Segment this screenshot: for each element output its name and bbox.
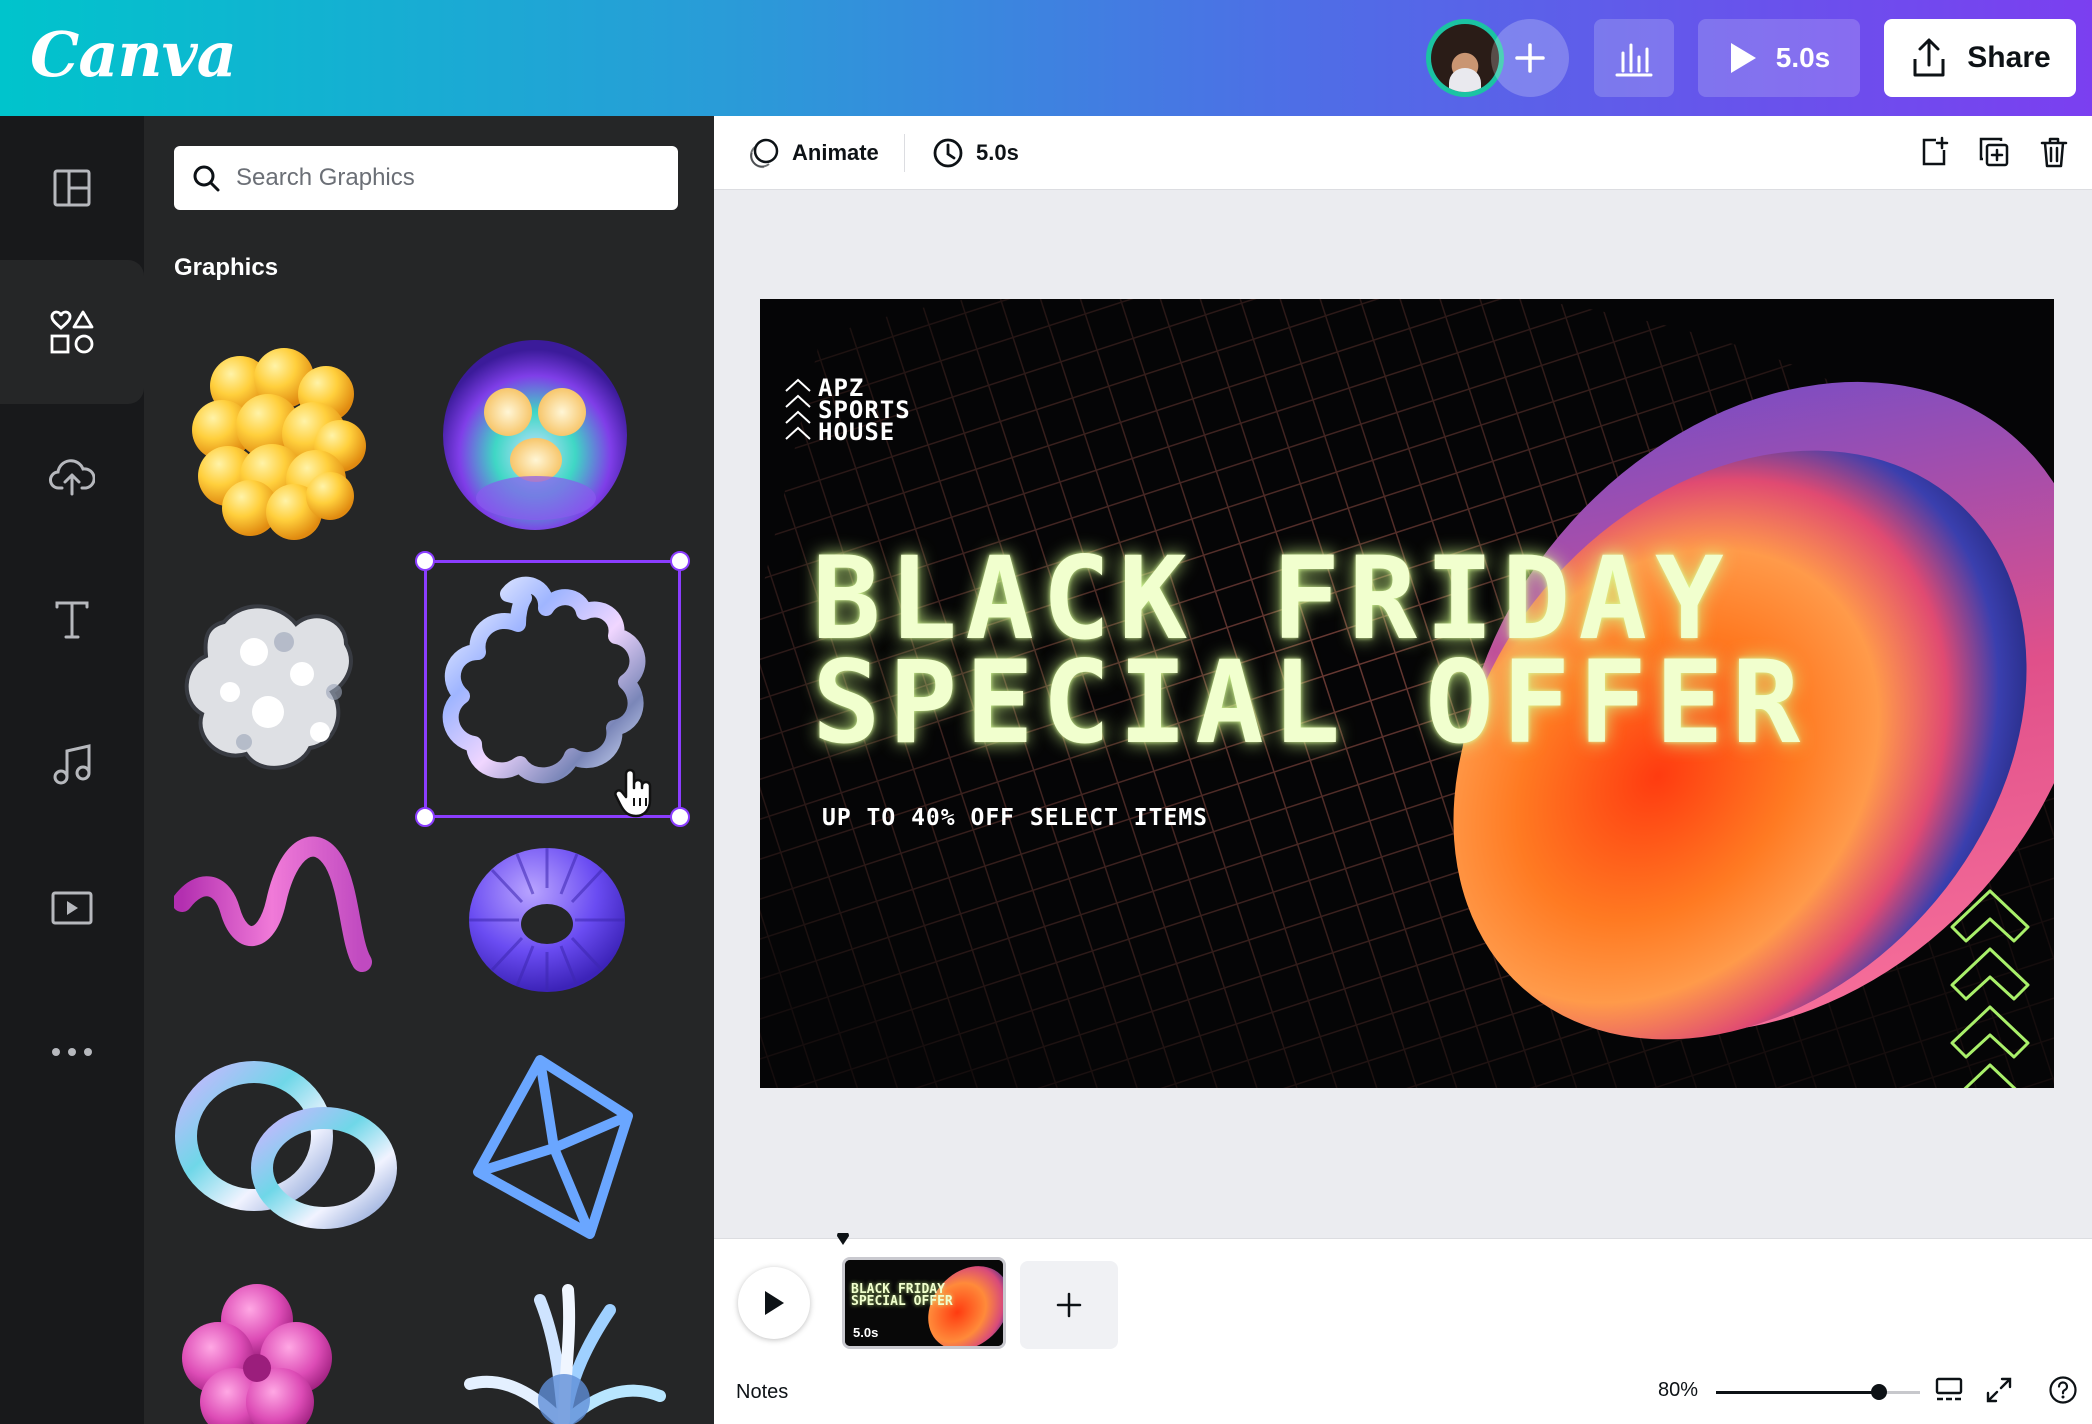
subline-text[interactable]: UP TO 40% OFF SELECT ITEMS [822, 805, 1208, 831]
purple-ribbed-torus-graphic[interactable] [462, 840, 632, 1000]
more-icon [52, 1048, 92, 1056]
top-bar: Canva 5.0s Share [0, 0, 2092, 116]
text-icon [55, 601, 89, 639]
glass-anemone-graphic[interactable] [460, 1280, 670, 1424]
play-icon [765, 1291, 784, 1315]
resize-handle[interactable] [670, 807, 690, 827]
share-button[interactable]: Share [1884, 19, 2076, 97]
notes-button[interactable]: Notes [736, 1381, 788, 1404]
videos-icon [51, 891, 93, 925]
add-page-icon[interactable] [1914, 132, 1954, 172]
pink-squiggle-graphic[interactable] [174, 832, 384, 972]
templates-icon [53, 169, 91, 207]
duration-label: 5.0s [976, 140, 1019, 165]
rail-item-uploads[interactable] [0, 404, 144, 548]
rail-item-text[interactable] [0, 548, 144, 692]
headline-text[interactable]: BLACK FRIDAY SPECIAL OFFER [812, 542, 1809, 769]
share-label: Share [1967, 41, 2051, 74]
toolbar-divider [904, 134, 905, 172]
search-input[interactable] [236, 164, 636, 192]
present-button[interactable]: 5.0s [1698, 19, 1860, 97]
rail-item-elements[interactable] [0, 260, 144, 404]
zoom-value[interactable]: 80% [1658, 1379, 1698, 1402]
search-icon [193, 165, 220, 192]
page-thumbnail[interactable]: BLACK FRIDAY SPECIAL OFFER 5.0s [842, 1257, 1006, 1349]
left-rail [0, 116, 144, 1424]
thumbnail-title: BLACK FRIDAY SPECIAL OFFER [851, 1283, 953, 1309]
resize-handle[interactable] [415, 551, 435, 571]
share-upload-icon [1913, 38, 1945, 77]
gradient-sphere-graphic[interactable] [440, 338, 630, 532]
hand-cursor-icon [614, 768, 652, 818]
animate-label: Animate [792, 140, 879, 165]
section-title: Graphics [174, 254, 279, 281]
linked-rings-graphic[interactable] [174, 1056, 404, 1236]
headline-line: SPECIAL OFFER [812, 636, 1809, 769]
zoom-slider[interactable] [1716, 1384, 1920, 1400]
graphics-panel: Graphics [144, 116, 714, 1424]
audio-icon [53, 744, 91, 785]
yellow-bubble-cube-graphic[interactable] [180, 336, 368, 540]
play-icon [1730, 43, 1756, 73]
timeline-bar: BLACK FRIDAY SPECIAL OFFER 5.0s Notes 80… [714, 1233, 2092, 1424]
rail-item-audio[interactable] [0, 692, 144, 836]
plus-icon [1515, 43, 1545, 73]
rail-item-videos[interactable] [0, 836, 144, 980]
search-box[interactable] [174, 146, 678, 210]
rail-item-templates[interactable] [0, 116, 144, 260]
duration-button[interactable]: 5.0s [932, 130, 1019, 176]
page-duration: 5.0s [853, 1325, 879, 1340]
play-timeline-button[interactable] [738, 1267, 810, 1339]
pink-flower-graphic[interactable] [182, 1282, 332, 1424]
wireframe-cube-graphic[interactable] [466, 1054, 640, 1240]
liquid-glass-blob-graphic[interactable] [184, 582, 368, 786]
plus-icon [1056, 1292, 1082, 1318]
uploads-icon [49, 459, 95, 496]
analytics-button[interactable] [1594, 19, 1674, 97]
canva-editor: Canva 5.0s Share Search Graphics Graphic… [0, 0, 2092, 1424]
brand-line: HOUSE [818, 418, 896, 446]
clock-icon [933, 138, 963, 168]
duplicate-page-icon[interactable] [1974, 132, 2014, 172]
thumbnail-title-line: SPECIAL OFFER [851, 1294, 953, 1309]
context-toolbar: Animate 5.0s [714, 116, 2092, 190]
add-page-button[interactable] [1020, 1261, 1118, 1349]
design-canvas[interactable]: APZ SPORTS HOUSE BLACK FRIDAY SPECIAL OF… [760, 299, 2054, 1088]
grid-view-icon[interactable] [1932, 1373, 1966, 1407]
rail-item-more[interactable] [0, 980, 144, 1124]
resize-handle[interactable] [415, 807, 435, 827]
fullscreen-icon[interactable] [1982, 1373, 2016, 1407]
animate-button[interactable]: Animate [748, 130, 879, 176]
brand-chevrons-icon [785, 378, 811, 440]
playhead-marker-icon[interactable] [836, 1233, 850, 1247]
zoom-slider-handle[interactable] [1871, 1384, 1887, 1400]
canva-logo[interactable]: Canva [30, 18, 237, 91]
animate-icon [750, 138, 779, 169]
bar-chart-icon [1615, 43, 1653, 77]
brand-wordmark[interactable]: APZ SPORTS HOUSE [818, 376, 911, 446]
zoom-slider-fill [1716, 1391, 1879, 1394]
resize-handle[interactable] [670, 551, 690, 571]
add-collaborator-button[interactable] [1491, 19, 1569, 97]
present-duration: 5.0s [1775, 42, 1831, 73]
trash-icon[interactable] [2034, 132, 2074, 172]
elements-icon [50, 310, 94, 354]
help-icon[interactable] [2046, 1373, 2080, 1407]
